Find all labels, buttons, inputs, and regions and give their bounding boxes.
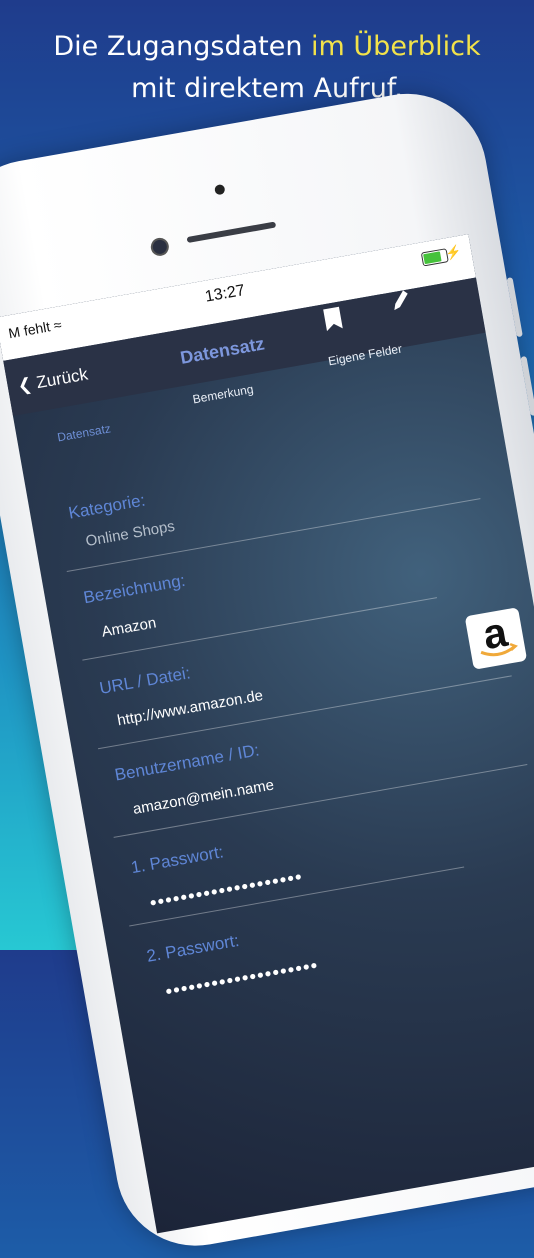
charging-icon: ⚡ (443, 243, 463, 262)
password2-label: 2. Passwort: (145, 930, 241, 966)
status-time: 13:27 (203, 281, 247, 306)
amazon-logo[interactable]: a (464, 607, 528, 670)
pencil-icon (394, 290, 408, 311)
carrier-label: M fehlt ≈ (7, 316, 63, 342)
earpiece (186, 221, 277, 244)
edit-button[interactable] (387, 287, 414, 319)
headline-prefix: Die Zugangsdaten (53, 31, 312, 62)
proximity-sensor (214, 183, 226, 196)
volume-button-2 (520, 355, 534, 417)
front-camera (149, 236, 171, 258)
name-label: Bezeichnung: (81, 570, 187, 608)
phone-frame: M fehlt ≈ 13:27 ⚡ ❮ Zurück Datensatz Dat… (0, 81, 534, 1258)
category-label: Kategorie: (67, 490, 147, 523)
username-label: Benutzername / ID: (113, 740, 261, 785)
password1-label: 1. Passwort: (129, 842, 225, 878)
tab-datensatz[interactable]: Datensatz (56, 421, 112, 444)
name-value[interactable]: Amazon (100, 614, 157, 640)
volume-button (506, 277, 523, 338)
phone-screen: M fehlt ≈ 13:27 ⚡ ❮ Zurück Datensatz Dat… (0, 234, 534, 1234)
category-value[interactable]: Online Shops (84, 518, 176, 550)
url-label: URL / Datei: (97, 663, 192, 698)
headline-highlight: im Überblick (311, 31, 481, 62)
bookmark-icon (323, 306, 343, 332)
smile-arrow-icon (480, 642, 518, 657)
tab-bemerkung[interactable]: Bemerkung (192, 382, 255, 406)
password1-value[interactable]: ●●●●●●●●●●●●●●●●●●●● (148, 869, 303, 910)
password2-value[interactable]: ●●●●●●●●●●●●●●●●●●●● (164, 957, 319, 998)
marketing-headline: Die Zugangsdaten im Überblick mit direkt… (0, 26, 534, 110)
wifi-icon: ≈ (52, 316, 63, 334)
headline-line-1: Die Zugangsdaten im Überblick (0, 26, 534, 68)
headline-line-2: mit direktem Aufruf. (131, 73, 403, 104)
chevron-left-icon: ❮ (16, 374, 34, 396)
